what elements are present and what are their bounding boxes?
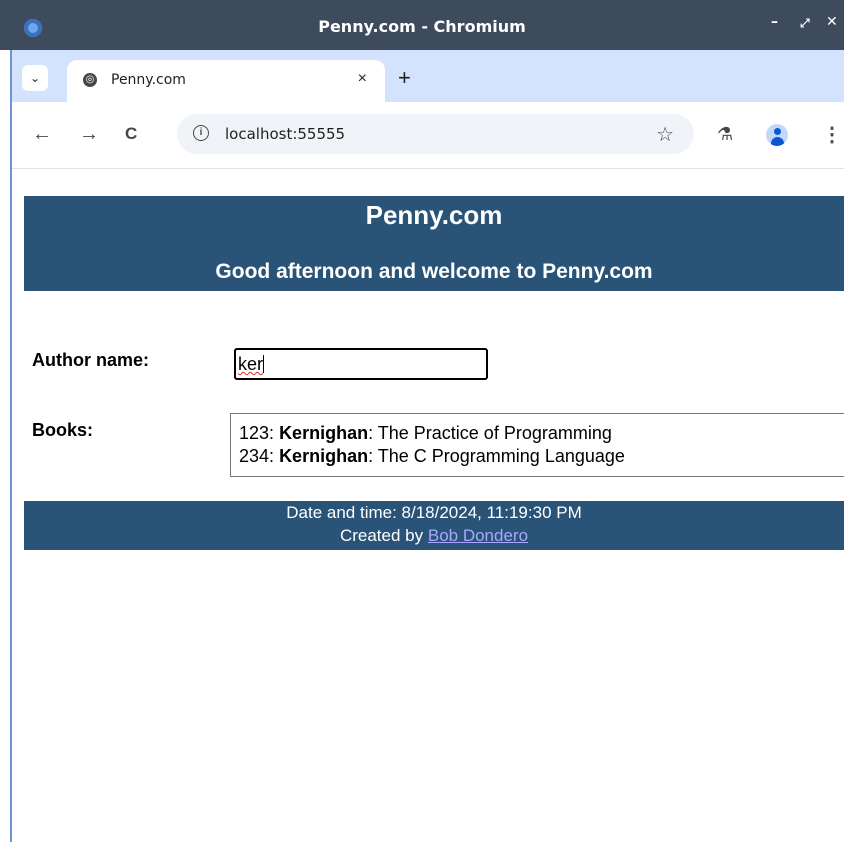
book-title: The C Programming Language — [377, 446, 625, 466]
address-bar[interactable]: i localhost:55555 ☆ — [177, 114, 694, 154]
tab-label: Penny.com — [111, 72, 186, 88]
site-title: Penny.com — [365, 200, 503, 230]
page-footer: Date and time: 8/18/2024, 11:19:30 PM Cr… — [24, 501, 844, 550]
greeting-heading: Good afternoon and welcome to Penny.com — [215, 260, 653, 283]
profile-avatar-icon[interactable] — [766, 124, 788, 146]
footer-created-by: Created by — [339, 526, 424, 545]
bookmark-star-icon[interactable]: ☆ — [656, 122, 674, 147]
book-isbn: 234 — [239, 446, 270, 466]
book-title: The Practice of Programming — [377, 423, 612, 443]
title-bar: Penny.com - Chromium – ⤢ ✕ — [0, 0, 844, 50]
book-author: Kernighan — [279, 446, 369, 466]
minimize-icon[interactable]: – — [771, 14, 778, 30]
author-name-label: Author name: — [32, 350, 149, 370]
book-item: 234: Kernighan: The C Programming Langua… — [239, 446, 625, 466]
books-label: Books: — [32, 420, 94, 440]
kebab-menu-icon[interactable]: ⋮ — [822, 122, 842, 147]
restore-icon[interactable]: ⤢ — [800, 16, 810, 31]
book-author: Kernighan — [279, 423, 369, 443]
footer-credit: Created by Bob Dondero — [24, 526, 844, 546]
labs-flask-icon[interactable]: ⚗ — [717, 124, 733, 145]
tab-strip: ⌄ ◎ Penny.com × + — [12, 50, 844, 102]
window-title: Penny.com - Chromium — [318, 17, 526, 36]
new-tab-plus-icon[interactable]: + — [398, 67, 411, 89]
site-info-icon[interactable]: i — [193, 125, 209, 141]
url-text[interactable]: localhost:55555 — [225, 125, 345, 143]
browser-toolbar: ← → C i localhost:55555 ☆ ⚗ ⋮ — [12, 102, 844, 169]
browser-window: Penny.com - Chromium – ⤢ ✕ ⌄ ◎ Penny.com… — [0, 0, 844, 842]
book-item: 123: Kernighan: The Practice of Programm… — [239, 423, 612, 443]
books-results: 123: Kernighan: The Practice of Programm… — [230, 413, 844, 477]
avatar-head — [774, 128, 781, 135]
book-isbn: 123 — [239, 423, 270, 443]
footer-datetime: Date and time: 8/18/2024, 11:19:30 PM — [286, 503, 582, 522]
author-name-value: ker — [238, 354, 265, 375]
page-header: Penny.com Good afternoon and welcome to … — [24, 196, 844, 291]
creator-link[interactable]: Bob Dondero — [428, 526, 528, 545]
tab-penny[interactable]: ◎ Penny.com × — [67, 60, 385, 102]
tab-search-chevron-down-icon[interactable]: ⌄ — [22, 65, 48, 91]
forward-arrow-icon[interactable]: → — [79, 124, 99, 144]
author-name-text: ker — [238, 354, 264, 374]
avatar-body — [771, 137, 784, 146]
reload-icon[interactable]: C — [125, 124, 137, 144]
tab-close-icon[interactable]: × — [358, 70, 367, 88]
author-name-input[interactable] — [234, 348, 488, 380]
close-window-icon[interactable]: ✕ — [826, 14, 838, 30]
back-arrow-icon[interactable]: ← — [32, 124, 52, 144]
text-caret — [263, 355, 265, 373]
globe-icon: ◎ — [83, 73, 97, 87]
